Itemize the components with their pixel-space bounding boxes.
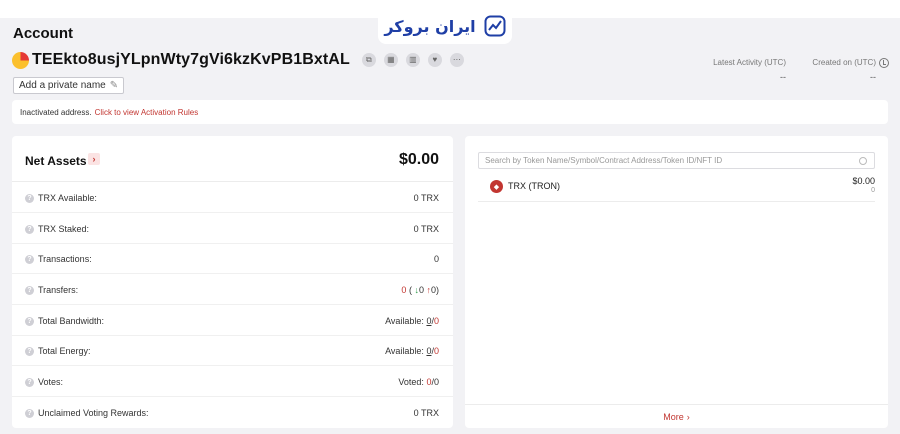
energy-row: ? Total Energy: Available: 0/0	[12, 335, 453, 366]
created-on-value: --	[870, 72, 876, 82]
search-icon[interactable]	[859, 157, 867, 165]
help-icon[interactable]: ?	[25, 316, 34, 326]
rewards-value: 0 TRX	[413, 408, 439, 418]
transfers-label: Transfers:	[38, 285, 79, 295]
energy-prefix: Available:	[385, 346, 424, 356]
votes-row: ? Votes: Voted: 0/0	[12, 366, 453, 397]
token-name: TRX (TRON)	[508, 181, 560, 191]
transactions-value[interactable]: 0	[434, 254, 439, 264]
net-assets-panel: Net Assets › $0.00 ? TRX Available: 0 TRX…	[12, 136, 453, 428]
net-assets-value: $0.00	[398, 151, 439, 168]
token-value: $0.00	[852, 176, 875, 186]
net-assets-header: Net Assets › $0.00	[12, 136, 453, 182]
address-avatar	[12, 51, 29, 69]
add-private-name-button[interactable]: Add a private name ✎	[13, 77, 125, 94]
trx-available-row: ? TRX Available: 0 TRX	[12, 182, 453, 213]
help-icon[interactable]: ?	[25, 285, 34, 295]
bandwidth-value: Available: 0/0	[385, 316, 439, 326]
token-search-input[interactable]: Search by Token Name/Symbol/Contract Add…	[478, 152, 875, 169]
clock-icon[interactable]	[879, 58, 889, 68]
qr-code-icon[interactable]: ▦	[383, 53, 398, 67]
help-icon[interactable]: ?	[25, 193, 34, 203]
latest-activity: Latest Activity (UTC) --	[712, 58, 786, 82]
inactivated-notice: Inactivated address. Click to view Activ…	[12, 100, 888, 124]
account-address: TEEkto8usjYLpnWty7gVi6kzKvPB1BxtAL	[32, 51, 350, 68]
energy-total: 0	[433, 346, 439, 356]
transactions-row: ? Transactions: 0	[12, 243, 453, 274]
bandwidth-row: ? Total Bandwidth: Available: 0/0	[12, 305, 453, 336]
trx-staked-value[interactable]: 0 TRX	[414, 224, 439, 234]
pencil-icon: ✎	[109, 80, 119, 91]
private-name-label: Add a private name	[19, 80, 106, 91]
trx-staked-row: ? TRX Staked: 0 TRX	[12, 213, 453, 244]
transfers-open: (	[408, 285, 412, 295]
votes-prefix: Voted:	[398, 377, 424, 387]
trx-token-icon: ◆	[490, 180, 503, 193]
bandwidth-prefix: Available:	[385, 316, 424, 326]
copy-icon[interactable]: ⧉	[361, 53, 376, 67]
latest-activity-value: --	[780, 72, 786, 82]
brand-logo[interactable]: ایران بروکر	[378, 8, 512, 44]
more-label: More	[663, 411, 684, 422]
token-row[interactable]: ◆ TRX (TRON) $0.00 0	[478, 174, 875, 202]
trx-staked-label: TRX Staked:	[38, 224, 90, 234]
bandwidth-label: Total Bandwidth:	[38, 316, 105, 326]
net-assets-title: Net Assets	[25, 154, 87, 168]
trx-available-label: TRX Available:	[38, 193, 97, 203]
help-icon[interactable]: ?	[25, 254, 34, 264]
help-icon[interactable]: ?	[25, 224, 34, 234]
votes-label: Votes:	[38, 377, 64, 387]
help-icon[interactable]: ?	[25, 377, 34, 387]
chart-trend-icon	[484, 15, 506, 37]
created-on-label: Created on (UTC)	[812, 58, 876, 67]
chevron-right-icon[interactable]: ›	[88, 153, 100, 165]
trx-available-value: 0 TRX	[413, 193, 439, 203]
help-icon[interactable]: ?	[25, 346, 34, 356]
transfers-in: 0	[418, 285, 424, 295]
address-row: TEEkto8usjYLpnWty7gVi6kzKvPB1BxtAL ⧉ ▦ ▥…	[12, 51, 464, 69]
notice-text: Inactivated address.	[20, 107, 92, 117]
more-button[interactable]: More ›	[465, 404, 888, 428]
transfers-value: 0 ( ↓0 ↑0)	[401, 285, 439, 295]
help-icon[interactable]: ?	[25, 408, 34, 418]
transactions-label: Transactions:	[38, 254, 92, 264]
votes-value: Voted: 0/0	[398, 377, 439, 387]
rewards-row: ? Unclaimed Voting Rewards: 0 TRX	[12, 397, 453, 428]
votes-total: 0	[433, 377, 439, 387]
transfers-close: )	[436, 285, 439, 295]
search-placeholder: Search by Token Name/Symbol/Contract Add…	[485, 156, 723, 165]
bandwidth-total: 0	[433, 316, 439, 326]
transfers-row: ? Transfers: 0 ( ↓0 ↑0)	[12, 274, 453, 305]
token-quantity: 0	[871, 187, 875, 194]
address-actions: ⧉ ▦ ▥ ♥ ⋯	[361, 53, 464, 67]
transfers-total[interactable]: 0	[401, 285, 406, 295]
analytics-icon[interactable]: ▥	[405, 53, 420, 67]
energy-label: Total Energy:	[38, 346, 91, 356]
activation-rules-link[interactable]: Click to view Activation Rules	[95, 108, 199, 117]
brand-logo-text: ایران بروکر	[384, 16, 476, 36]
heart-icon[interactable]: ♥	[427, 53, 442, 67]
energy-value: Available: 0/0	[385, 346, 439, 356]
latest-activity-label: Latest Activity (UTC)	[713, 58, 786, 67]
page-title: Account	[13, 25, 73, 42]
rewards-label: Unclaimed Voting Rewards:	[38, 408, 149, 418]
created-on: Created on (UTC) --	[812, 58, 876, 82]
more-icon[interactable]: ⋯	[449, 53, 464, 67]
tokens-panel: Search by Token Name/Symbol/Contract Add…	[465, 136, 888, 428]
chevron-right-icon: ›	[686, 411, 690, 422]
